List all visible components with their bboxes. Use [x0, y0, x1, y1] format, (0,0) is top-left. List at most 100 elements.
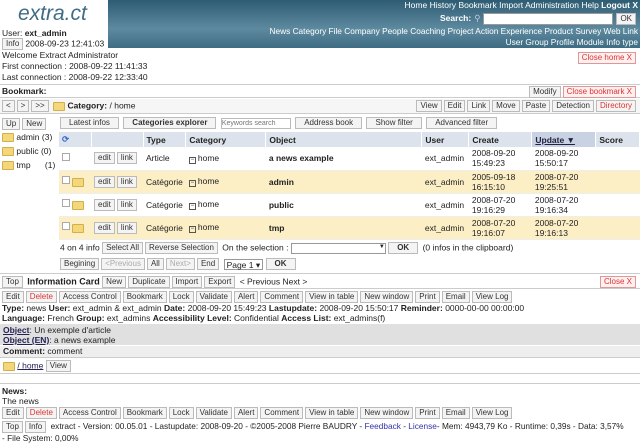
header-score[interactable]: Score	[595, 132, 640, 147]
edit-button[interactable]: Edit	[443, 100, 466, 112]
header-user[interactable]: User	[421, 132, 470, 147]
module-link-survey[interactable]: Survey	[575, 26, 601, 36]
selection-action-dropdown[interactable]: ▼	[290, 242, 386, 254]
nav-history[interactable]: History	[430, 0, 456, 10]
card-view-log-button[interactable]: View Log	[471, 407, 513, 419]
selection-ok-button[interactable]: OK	[388, 242, 419, 254]
tab-address-book[interactable]: Address book	[295, 117, 363, 129]
header-create[interactable]: Create	[468, 132, 533, 147]
card-access-control-button[interactable]: Access Control	[58, 291, 121, 303]
forward-button[interactable]: >	[16, 100, 30, 112]
collapse-icon[interactable]: −	[188, 180, 196, 187]
close-card-button[interactable]: Close X	[599, 276, 636, 288]
row-link-button[interactable]: link	[116, 152, 137, 165]
row-object[interactable]: public	[269, 200, 294, 210]
category-path-link[interactable]: / home	[17, 360, 43, 370]
tab-categories-explorer[interactable]: Categories explorer	[123, 117, 217, 129]
end-button[interactable]: End	[196, 258, 220, 270]
collapse-icon[interactable]: −	[188, 156, 196, 164]
card-edit-button[interactable]: Edit	[2, 291, 24, 303]
row-object[interactable]: admin	[269, 177, 294, 187]
module-link-web[interactable]: Web	[604, 26, 621, 36]
row-checkbox[interactable]	[62, 199, 70, 208]
next-button[interactable]: Next>	[165, 258, 195, 270]
row-object[interactable]: tmp	[269, 223, 285, 233]
nav-administration[interactable]: Administration	[525, 0, 579, 10]
table-row[interactable]: edit link Catégorie − home admin ext_admin…	[59, 170, 640, 194]
paste-button[interactable]: Paste	[521, 100, 551, 112]
link-button[interactable]: Link	[467, 100, 491, 112]
footer-info-button[interactable]: Info	[24, 421, 47, 433]
row-edit-button[interactable]: edit	[94, 175, 115, 188]
card-print-button[interactable]: Print	[415, 291, 440, 303]
card-access-control-button[interactable]: Access Control	[58, 407, 121, 419]
table-row[interactable]: edit link Catégorie − home tmp ext_admin 2…	[59, 216, 640, 240]
row-checkbox[interactable]	[62, 222, 70, 231]
module-link-link[interactable]: Link	[623, 26, 638, 36]
pager-ok-button[interactable]: OK	[265, 258, 296, 270]
header-update[interactable]: Update ▼	[531, 132, 597, 147]
card-alert-button[interactable]: Alert	[233, 407, 259, 419]
nav-bookmark[interactable]: Bookmark	[458, 0, 496, 10]
import-button[interactable]: Import	[171, 276, 203, 288]
select-all-button[interactable]: Select All	[102, 242, 143, 254]
card-new-window-button[interactable]: New window	[360, 407, 414, 419]
card-view-log-button[interactable]: View Log	[471, 291, 513, 303]
module-link-product[interactable]: Product	[544, 26, 573, 36]
refresh-icon[interactable]: ⟳	[59, 132, 92, 147]
begin-button[interactable]: Begining	[60, 258, 100, 270]
move-button[interactable]: Move	[492, 100, 520, 112]
module-link-category[interactable]: Category	[293, 26, 327, 36]
close-bookmark-button[interactable]: Close bookmark X	[562, 86, 636, 98]
card-comment-button[interactable]: Comment	[260, 407, 304, 419]
card-edit-button[interactable]: Edit	[2, 407, 24, 419]
row-checkbox[interactable]	[62, 176, 70, 185]
previous-link[interactable]: < Previous	[240, 276, 280, 286]
reverse-selection-button[interactable]: Reverse Selection	[144, 242, 218, 254]
card-validate-button[interactable]: Validate	[195, 407, 232, 419]
module-link-module[interactable]: Module	[577, 37, 604, 47]
license-link[interactable]: License	[408, 421, 437, 431]
row-link-button[interactable]: link	[116, 198, 137, 211]
card-lock-button[interactable]: Lock	[168, 407, 194, 419]
module-link-company[interactable]: Company	[344, 26, 380, 36]
card-lock-button[interactable]: Lock	[168, 291, 194, 303]
next-link[interactable]: Next >	[283, 276, 308, 286]
page-select[interactable]: Page 1 ▾	[223, 258, 264, 270]
search-ok-button[interactable]: OK	[616, 12, 636, 25]
modify-bookmark-button[interactable]: Modify	[529, 86, 561, 98]
collapse-icon[interactable]: −	[188, 226, 196, 233]
detection-button[interactable]: Detection	[552, 100, 594, 112]
module-link-coaching[interactable]: Coaching	[410, 26, 445, 36]
nav-import[interactable]: Import	[499, 0, 523, 10]
top-button[interactable]: Top	[2, 276, 23, 288]
table-row[interactable]: edit link Catégorie − home public ext_admi…	[59, 193, 640, 217]
module-link-group[interactable]: Group	[525, 37, 548, 47]
card-view-button[interactable]: View	[45, 360, 71, 372]
duplicate-button[interactable]: Duplicate	[128, 276, 170, 288]
search-input[interactable]	[483, 12, 614, 25]
header-type[interactable]: Type	[143, 132, 187, 147]
card-email-button[interactable]: Email	[441, 291, 470, 303]
close-home-button[interactable]: Close home X	[577, 52, 636, 64]
advanced-filter-button[interactable]: Advanced filter	[426, 117, 498, 129]
nav-help[interactable]: Help	[581, 0, 598, 10]
card-email-button[interactable]: Email	[441, 407, 470, 419]
module-link-info-type[interactable]: Info type	[606, 37, 638, 47]
module-link-profile[interactable]: Profile	[551, 37, 575, 47]
show-filter-button[interactable]: Show filter	[366, 117, 422, 129]
row-object[interactable]: a news example	[269, 153, 334, 163]
card-print-button[interactable]: Print	[415, 407, 440, 419]
export-button[interactable]: Export	[204, 276, 236, 288]
module-link-file[interactable]: File	[329, 26, 342, 36]
card-view-in-table-button[interactable]: View in table	[305, 291, 359, 303]
card-bookmark-button[interactable]: Bookmark	[122, 291, 167, 303]
previous-button[interactable]: <Previous	[101, 258, 145, 270]
module-link-action[interactable]: Action	[475, 26, 498, 36]
module-link-people[interactable]: People	[382, 26, 408, 36]
table-row[interactable]: edit link Article − home a news example ex…	[59, 147, 640, 171]
view-button[interactable]: View	[416, 100, 442, 112]
all-button[interactable]: All	[146, 258, 164, 270]
module-link-user[interactable]: User	[506, 37, 524, 47]
module-link-news[interactable]: News	[270, 26, 291, 36]
